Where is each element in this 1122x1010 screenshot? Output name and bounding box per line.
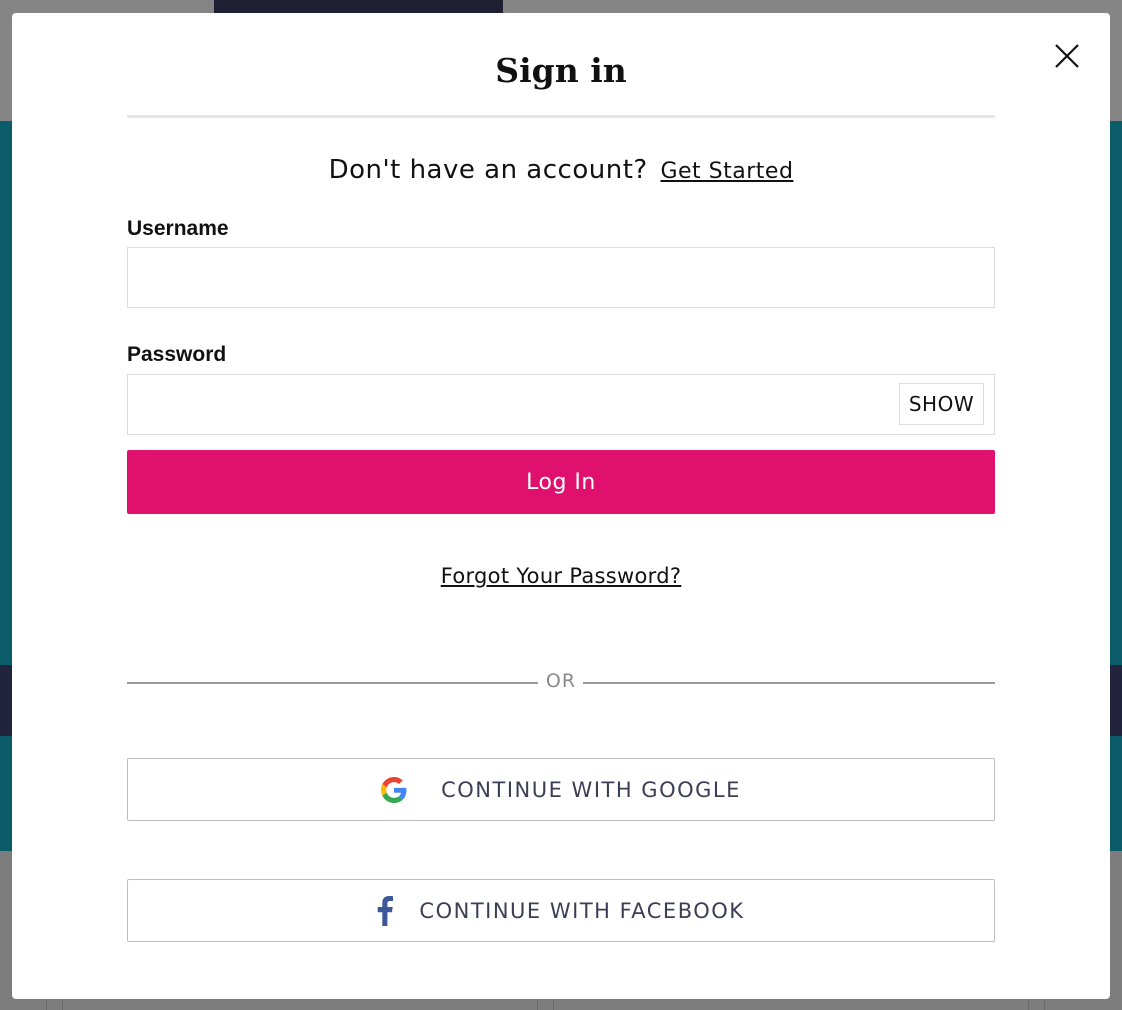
forgot-password-link[interactable]: Forgot Your Password? (441, 564, 682, 588)
get-started-link[interactable]: Get Started (660, 159, 793, 184)
close-icon (1055, 44, 1079, 68)
continue-with-google-button[interactable]: CONTINUE WITH GOOGLE (127, 758, 995, 821)
facebook-icon (377, 895, 394, 926)
facebook-button-label: CONTINUE WITH FACEBOOK (419, 898, 745, 923)
password-label: Password (127, 343, 227, 366)
google-icon (381, 776, 407, 803)
title-divider (127, 115, 995, 118)
google-button-label: CONTINUE WITH GOOGLE (441, 777, 741, 802)
show-password-button[interactable]: SHOW (899, 383, 984, 425)
log-in-button[interactable]: Log In (127, 450, 995, 514)
username-input[interactable] (127, 247, 995, 308)
or-divider-right (583, 682, 995, 684)
signup-prompt-row: Don't have an account? Get Started (12, 155, 1110, 185)
or-divider-label: OR (545, 670, 577, 692)
background-header-block (214, 0, 503, 13)
sign-in-modal: Sign in Don't have an account? Get Start… (12, 13, 1110, 999)
password-input[interactable] (127, 374, 995, 435)
username-label: Username (127, 217, 229, 240)
close-button[interactable] (1052, 41, 1082, 71)
forgot-password-row: Forgot Your Password? (12, 564, 1110, 588)
signup-prompt: Don't have an account? (328, 155, 648, 185)
modal-title: Sign in (495, 51, 627, 90)
continue-with-facebook-button[interactable]: CONTINUE WITH FACEBOOK (127, 879, 995, 942)
